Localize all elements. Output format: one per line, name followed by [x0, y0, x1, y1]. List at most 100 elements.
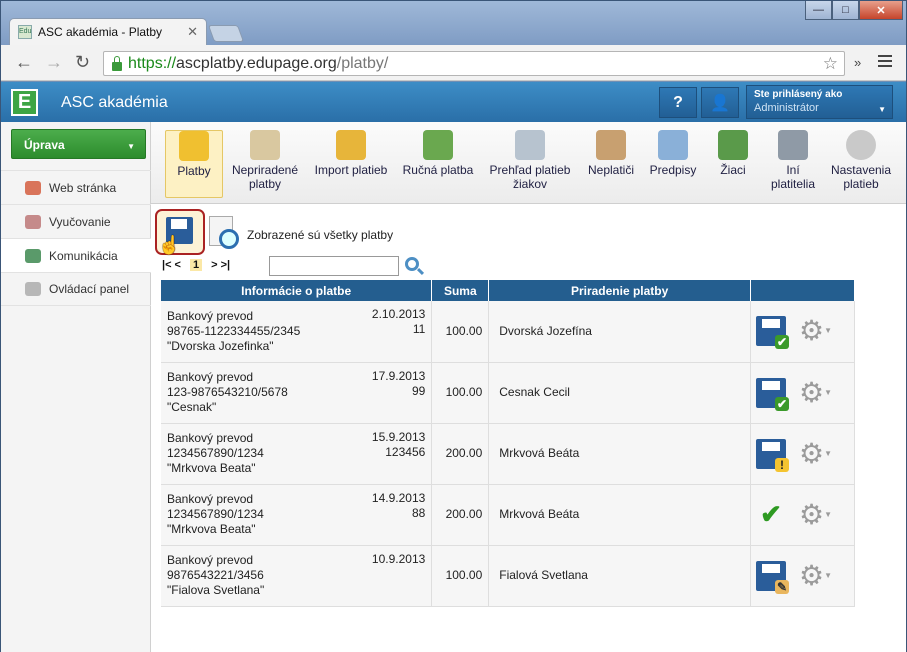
title-bar: Edu ASC akadémia - Platby ✕ — □ ✕: [1, 1, 906, 45]
payment-assigned[interactable]: Mrkvová Beáta: [488, 484, 751, 546]
ribbon-nastavenia[interactable]: Nastavenia platieb: [827, 130, 895, 198]
app-logo[interactable]: E: [11, 89, 38, 116]
sidebar-item-label: Web stránka: [49, 180, 117, 195]
tab-close-icon[interactable]: ✕: [187, 24, 198, 40]
save-ok-icon[interactable]: ✔: [756, 377, 789, 411]
ribbon-prehlad[interactable]: Prehľad platieb žiakov: [484, 130, 576, 198]
search-input[interactable]: [269, 256, 399, 276]
browser-tab[interactable]: Edu ASC akadémia - Platby ✕: [9, 18, 207, 45]
gear-menu-icon[interactable]: ⚙▼: [799, 561, 832, 590]
table-row[interactable]: Bankový prevod 98765-1122334455/2345 "Dvor…: [161, 301, 855, 363]
check-icon[interactable]: ✔: [756, 501, 786, 527]
payment-note: "Mrkvova Beata": [167, 461, 256, 475]
close-window-button[interactable]: ✕: [859, 1, 903, 20]
user-label: Ste prihlásený ako: [754, 89, 843, 100]
money-bag-clock-icon: [596, 130, 626, 160]
ribbon-rucna[interactable]: Ručná platba: [398, 130, 478, 198]
help-button[interactable]: ?: [659, 87, 697, 118]
pager-current-page[interactable]: 1: [189, 259, 203, 271]
tab-title: ASC akadémia - Platby: [38, 25, 163, 39]
payment-ref: 99: [411, 383, 426, 398]
teaching-icon: [25, 214, 41, 229]
payment-sum: 100.00: [431, 545, 490, 607]
save-manual-icon[interactable]: ✎: [756, 560, 789, 594]
bookmark-star-icon[interactable]: ☆: [823, 54, 838, 74]
col-header-sum: Suma: [431, 280, 490, 301]
search-icon[interactable]: [405, 257, 419, 271]
reload-icon[interactable]: ↻: [75, 53, 90, 71]
save-ok-icon[interactable]: ✔: [756, 316, 789, 350]
ribbon-nepriradene[interactable]: Nepriradené platby: [227, 130, 303, 198]
section-dropdown-button[interactable]: Úprava ▼: [11, 129, 146, 159]
table-row[interactable]: Bankový prevod 1234567890/1234 "Mrkvova Be…: [161, 423, 855, 485]
maximize-button[interactable]: □: [832, 1, 859, 20]
extensions-overflow-icon[interactable]: »: [854, 55, 861, 70]
sidebar-item-control-panel[interactable]: Ovládací panel: [1, 272, 151, 306]
gear-menu-icon[interactable]: ⚙▼: [799, 378, 832, 407]
page-body: Úprava ▼ Web stránka Vyučovanie Komuniká…: [1, 122, 906, 652]
gear-icon: [846, 130, 876, 160]
gear-menu-icon[interactable]: ⚙▼: [799, 500, 832, 529]
payment-assigned[interactable]: Fialová Svetlana: [488, 545, 751, 607]
save-warning-icon[interactable]: !: [756, 438, 789, 472]
user-switch-button[interactable]: 👤: [701, 87, 739, 118]
payment-info-cell: Bankový prevod 1234567890/1234 "Mrkvova Be…: [161, 423, 433, 485]
pagination: |< < 1 > >|: [162, 259, 239, 271]
browser-menu-icon[interactable]: [878, 55, 892, 70]
ribbon-label: Platby: [177, 164, 211, 178]
payment-assigned[interactable]: Mrkvová Beáta: [488, 423, 751, 485]
ribbon-import[interactable]: Import platieb: [309, 130, 393, 198]
table-row[interactable]: Bankový prevod 1234567890/1234 "Mrkvova Be…: [161, 484, 855, 546]
house-icon: [25, 180, 41, 195]
status-text: Zobrazené sú všetky platby: [247, 228, 394, 242]
payment-note: "Fialova Svetlana": [167, 583, 265, 597]
ribbon-ini-platitelia[interactable]: Iní platitelia: [763, 130, 823, 198]
user-icon: 👤: [710, 94, 730, 112]
payments-table: Informácie o platbe Suma Priradenie plat…: [161, 280, 855, 607]
sidebar-item-teaching[interactable]: Vyučovanie: [1, 204, 151, 238]
row-actions: ✎ ⚙▼: [750, 545, 855, 607]
payment-date: 15.9.2013: [371, 429, 426, 444]
address-bar[interactable]: https://ascplatby.edupage.org/platby/ ☆: [103, 51, 845, 76]
back-icon[interactable]: ←: [15, 53, 33, 71]
payment-account: 9876543221/3456: [167, 568, 264, 582]
wallet-icon: [423, 130, 453, 160]
sidebar-item-label: Komunikácia: [49, 248, 118, 263]
col-header-actions: [750, 280, 855, 301]
payment-info-cell: Bankový prevod 123-9876543210/5678 "Cesnak…: [161, 362, 433, 424]
sidebar-item-label: Vyučovanie: [49, 214, 111, 229]
ribbon-ziaci[interactable]: Žiaci: [709, 130, 757, 198]
ribbon-platby[interactable]: Platby: [165, 130, 223, 198]
import-coins-icon: [336, 130, 366, 160]
minimize-button[interactable]: —: [805, 1, 832, 20]
sidebar: Úprava ▼ Web stránka Vyučovanie Komuniká…: [1, 122, 151, 652]
search-document-icon[interactable]: [209, 216, 239, 249]
table-row[interactable]: Bankový prevod 123-9876543210/5678 "Cesnak…: [161, 362, 855, 424]
payment-assigned[interactable]: Dvorská Jozefína: [488, 301, 751, 363]
gear-menu-icon[interactable]: ⚙▼: [799, 439, 832, 468]
pager-first-prev[interactable]: |< <: [162, 259, 181, 271]
user-menu[interactable]: Ste prihlásený ako Administrátor ▼: [746, 85, 893, 119]
row-actions: ✔ ⚙▼: [750, 301, 855, 363]
save-button[interactable]: ☝: [155, 209, 205, 255]
ribbon-label: Nepriradené platby: [231, 163, 299, 191]
url-text[interactable]: https://ascplatby.edupage.org/platby/: [128, 55, 823, 73]
ribbon-neplatici[interactable]: Neplatiči: [583, 130, 639, 198]
payment-sum: 100.00: [431, 362, 490, 424]
hand-cursor-icon: ☝: [158, 235, 181, 255]
payment-assigned[interactable]: Cesnak Cecil: [488, 362, 751, 424]
ribbon-predpisy[interactable]: Predpisy: [645, 130, 701, 198]
forward-icon[interactable]: →: [45, 53, 63, 71]
favicon-icon: Edu: [18, 25, 32, 39]
control-panel-icon: [25, 282, 41, 296]
sidebar-item-communication[interactable]: Komunikácia: [1, 238, 151, 272]
ribbon-label: Prehľad platieb žiakov: [489, 163, 571, 191]
table-row[interactable]: Bankový prevod 9876543221/3456 "Fialova Sv…: [161, 545, 855, 607]
pager-next-last[interactable]: > >|: [211, 259, 230, 271]
payment-sum: 200.00: [431, 423, 490, 485]
browser-toolbar: ← → ↻ https://ascplatby.edupage.org/plat…: [1, 45, 906, 81]
payment-note: "Cesnak": [167, 400, 217, 414]
new-tab-button[interactable]: [207, 25, 245, 42]
sidebar-item-web[interactable]: Web stránka: [1, 170, 151, 204]
gear-menu-icon[interactable]: ⚙▼: [799, 317, 832, 345]
